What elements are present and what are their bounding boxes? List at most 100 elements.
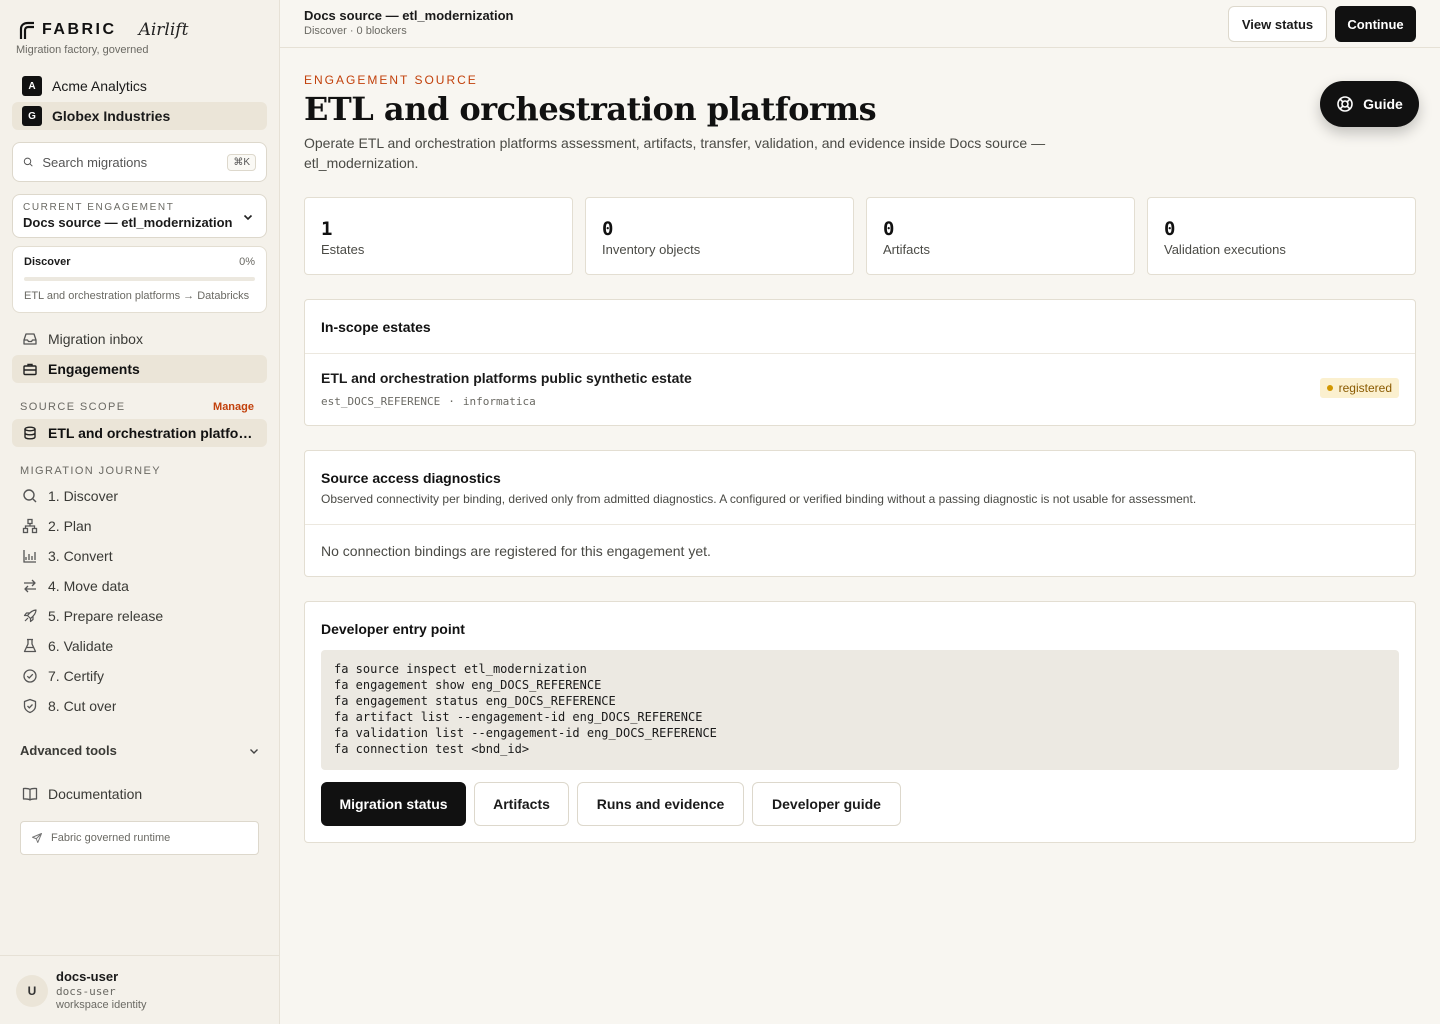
search-input[interactable] <box>42 154 219 170</box>
diagnostics-card-header: Source access diagnostics Observed conne… <box>305 451 1415 525</box>
plane-icon <box>32 833 42 843</box>
journey-step-label: 3. Convert <box>48 548 113 564</box>
topbar-title: Docs source — etl_modernization <box>304 8 514 23</box>
flask-icon <box>23 638 37 653</box>
code-line: fa engagement show eng_DOCS_REFERENCE <box>334 678 602 692</box>
inbox-icon <box>23 333 37 345</box>
lifebuoy-icon <box>1337 96 1353 112</box>
nav-item-migration-inbox[interactable]: Migration inbox <box>12 325 267 353</box>
runs-evidence-button[interactable]: Runs and evidence <box>577 782 744 826</box>
sidebar: FABRIC Airlift Migration factory, govern… <box>0 0 280 1024</box>
code-line: fa source inspect etl_modernization <box>334 662 587 676</box>
journey-step-label: 1. Discover <box>48 488 119 504</box>
engagement-selector-label: CURRENT ENGAGEMENT <box>23 202 175 213</box>
stat-label: Validation executions <box>1164 242 1286 257</box>
journey-step-validate[interactable]: 6. Validate <box>12 632 267 660</box>
developer-guide-button[interactable]: Developer guide <box>752 782 901 826</box>
brand-name: FABRIC <box>42 21 117 38</box>
hierarchy-icon <box>22 518 38 534</box>
guide-button[interactable]: Guide <box>1320 81 1419 127</box>
journey-step-convert[interactable]: 3. Convert <box>12 542 267 570</box>
user-profile[interactable]: U docs-user docs-user workspace identity <box>0 955 279 1024</box>
page-eyebrow: ENGAGEMENT SOURCE <box>304 73 478 87</box>
stat-value: 0 <box>883 218 895 240</box>
nav-item-engagements[interactable]: Engagements <box>12 355 267 383</box>
progress-route: ETL and orchestration platforms → Databr… <box>24 290 250 302</box>
code-line: fa validation list --engagement-id eng_D… <box>334 726 717 740</box>
fabric-logo-icon <box>19 21 34 39</box>
arrows-swap-icon <box>24 579 36 593</box>
source-scope-item[interactable]: ETL and orchestration platforms <box>12 419 267 447</box>
progress-stage: Discover <box>24 256 71 268</box>
code-line: fa connection test <bnd_id> <box>334 742 530 756</box>
journey-step-label: 5. Prepare release <box>48 608 164 624</box>
brand-tagline: Migration factory, governed <box>16 44 149 56</box>
journey-step-label: 2. Plan <box>48 518 92 534</box>
stat-label: Estates <box>321 242 365 257</box>
estates-title: In-scope estates <box>321 319 431 335</box>
journey-progress-card[interactable]: Discover 0% ETL and orchestration platfo… <box>12 246 267 313</box>
journey-label: MIGRATION JOURNEY <box>20 465 161 477</box>
nav-label: Documentation <box>48 786 143 802</box>
developer-card: Developer entry point fa source inspect … <box>304 601 1416 843</box>
nav-label: Engagements <box>48 361 140 377</box>
guide-label: Guide <box>1363 96 1403 112</box>
diagnostics-empty-state: No connection bindings are registered fo… <box>321 543 711 559</box>
source-scope-label: SOURCE SCOPE <box>20 401 126 413</box>
user-role: workspace identity <box>56 999 147 1011</box>
code-line: fa engagement status eng_DOCS_REFERENCE <box>334 694 616 708</box>
progress-percent: 0% <box>239 256 255 268</box>
journey-step-cut-over[interactable]: 8. Cut over <box>12 692 267 720</box>
engagement-selector[interactable]: CURRENT ENGAGEMENT Docs source — etl_mod… <box>12 194 267 238</box>
journey-step-label: 4. Move data <box>48 578 129 594</box>
estate-meta-separator: · <box>448 395 455 408</box>
stat-label: Artifacts <box>883 242 930 257</box>
search-box[interactable]: ⌘K <box>12 142 267 182</box>
code-block[interactable]: fa source inspect etl_modernization fa e… <box>321 650 1399 770</box>
estates-card: In-scope estates ETL and orchestration p… <box>304 299 1416 426</box>
journey-step-discover[interactable]: 1. Discover <box>12 482 267 510</box>
source-scope-item-label: ETL and orchestration platforms <box>48 425 257 441</box>
journey-step-certify[interactable]: 7. Certify <box>12 662 267 690</box>
workspace-label: Acme Analytics <box>52 78 147 94</box>
stat-label: Inventory objects <box>602 242 701 257</box>
journey-step-prepare-release[interactable]: 5. Prepare release <box>12 602 267 630</box>
progress-bar <box>24 277 255 281</box>
continue-button[interactable]: Continue <box>1335 6 1416 42</box>
shortcut-hint: ⌘K <box>227 153 256 171</box>
journey-step-label: 7. Certify <box>48 668 105 684</box>
journey-step-plan[interactable]: 2. Plan <box>12 512 267 540</box>
diagnostics-subtitle: Observed connectivity per binding, deriv… <box>321 492 1197 506</box>
check-circle-icon <box>23 669 37 683</box>
stat-value: 0 <box>602 218 614 240</box>
status-label: registered <box>1338 381 1392 395</box>
advanced-tools-toggle[interactable]: Advanced tools <box>20 743 260 758</box>
workspace-badge: G <box>22 106 42 126</box>
artifacts-button[interactable]: Artifacts <box>474 782 569 826</box>
brand[interactable]: FABRIC Airlift <box>18 18 188 42</box>
migration-status-button[interactable]: Migration status <box>321 782 466 826</box>
view-status-button[interactable]: View status <box>1228 6 1327 42</box>
stat-value: 0 <box>1164 218 1176 240</box>
database-icon <box>24 426 36 440</box>
nav-item-documentation[interactable]: Documentation <box>12 780 267 808</box>
stat-card-validation: 0 Validation executions <box>1147 197 1416 275</box>
workspace-item-globex[interactable]: G Globex Industries <box>12 102 267 130</box>
top-bar: Docs source — etl_modernization Discover… <box>280 0 1440 48</box>
journey-step-move-data[interactable]: 4. Move data <box>12 572 267 600</box>
workspace-label: Globex Industries <box>52 108 171 124</box>
topbar-subtitle: Discover · 0 blockers <box>304 25 407 37</box>
manage-link[interactable]: Manage <box>213 401 254 413</box>
journey-step-label: 8. Cut over <box>48 698 117 714</box>
estate-meta: est_DOCS_REFERENCE · informatica <box>321 395 536 408</box>
chevron-down-icon <box>250 748 258 754</box>
engagement-selector-value: Docs source — etl_modernization <box>23 215 233 230</box>
workspace-item-acme[interactable]: A Acme Analytics <box>12 72 267 100</box>
briefcase-icon <box>23 363 37 376</box>
avatar: U <box>16 975 48 1007</box>
search-icon <box>23 489 37 503</box>
book-icon <box>22 787 38 801</box>
page-title: ETL and orchestration platforms <box>304 90 877 128</box>
stat-card-estates: 1 Estates <box>304 197 573 275</box>
developer-title: Developer entry point <box>321 621 465 637</box>
